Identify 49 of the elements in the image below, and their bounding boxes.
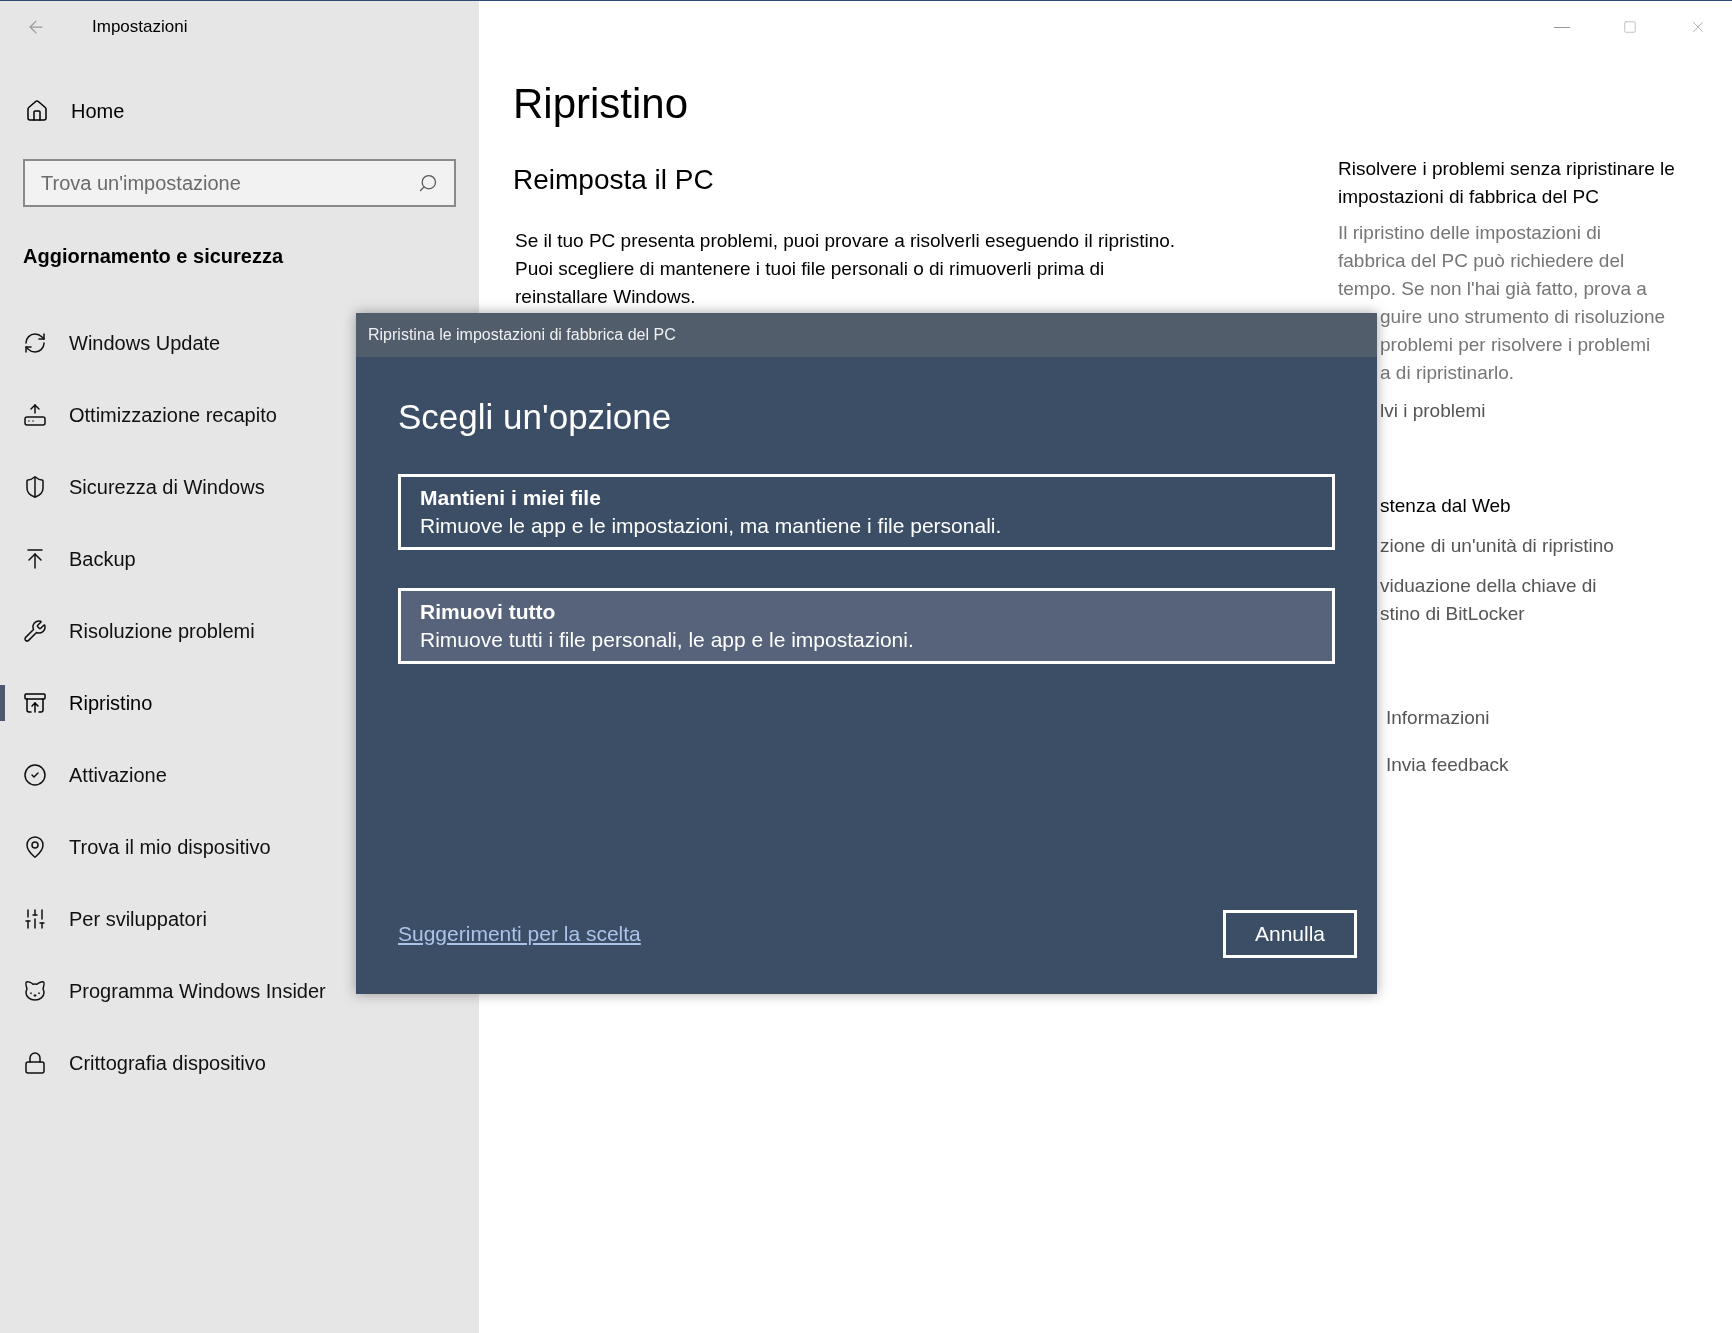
description-line: guire uno strumento di risoluzione <box>1379 305 1667 329</box>
sidebar-item[interactable]: Crittografia dispositivo <box>0 1027 345 1099</box>
cancel-button[interactable]: Annulla <box>1223 910 1357 958</box>
restore-icon <box>23 691 47 715</box>
sidebar-item[interactable]: Ripristino <box>0 667 345 739</box>
description: Se il tuo PC presenta problemi, puoi provare a risolverli eseguendo il ripristino. Puoi scegliere di mantenere i tuoi file personali o di rimuoverli prima di reinstallare Windows. <box>514 229 1177 309</box>
section-heading: Reimposta il PC <box>513 163 715 197</box>
sidebar-item[interactable]: Risoluzione problemi <box>0 595 345 667</box>
drive-upload-icon <box>23 403 47 427</box>
check-circle-icon <box>23 763 47 787</box>
cat-icon <box>23 979 47 1003</box>
option-button[interactable]: Rimuovi tutto Rimuove tutti i file personali, le app e le impostazioni. <box>398 587 1335 664</box>
page-title: Ripristino <box>513 83 690 125</box>
description-line: Il ripristino delle impostazioni di <box>1338 221 1602 245</box>
shield-icon <box>23 475 47 499</box>
home-icon[interactable] <box>25 99 49 123</box>
refresh-icon <box>23 331 47 355</box>
search-icon[interactable] <box>418 173 438 193</box>
maximize-icon <box>1623 20 1637 34</box>
lock-icon <box>23 1051 47 1075</box>
help-link[interactable]: Suggerimenti per la scelta <box>398 918 641 950</box>
sidebar-item[interactable]: Per sviluppatori <box>0 883 345 955</box>
sidebar-item[interactable]: Programma Windows Insider <box>0 955 345 1027</box>
description-line: a di ripristinarlo. <box>1379 361 1516 385</box>
sidebar-item[interactable]: Attivazione <box>0 739 345 811</box>
sidebar-item[interactable]: Sicurezza di Windows <box>0 451 345 523</box>
sidebar-item[interactable]: Trova il mio dispositivo <box>0 811 345 883</box>
window-title: Impostazioni <box>92 16 188 39</box>
dialog-title: Ripristina le impostazioni di fabbrica del PC <box>368 325 676 345</box>
option-button[interactable]: Mantieni i miei file Rimuove le app e le impostazioni, ma mantiene i file personali. <box>398 473 1335 550</box>
description-line: tempo. Se non l'hai già fatto, prova a <box>1338 277 1648 301</box>
home-link[interactable]: Home <box>71 96 125 126</box>
description-line: fabbrica del PC può richiedere del <box>1338 249 1626 273</box>
map-pin-icon <box>23 835 47 859</box>
search-field[interactable]: Trova un'impostazione <box>23 159 456 207</box>
aside-heading: Risolvere i problemi senza ripristinare le impostazioni di fabbrica del PC <box>1338 157 1676 209</box>
sidebar-item[interactable]: Windows Update <box>0 307 345 379</box>
footer-link[interactable]: Invia feedback <box>1386 750 1732 779</box>
search-input[interactable]: Trova un'impostazione <box>25 161 395 205</box>
minimize-icon <box>1554 26 1570 28</box>
sliders-icon <box>23 907 47 931</box>
web-help-title: stenza dal Web <box>1379 493 1512 518</box>
footer-link[interactable]: Informazioni <box>1386 704 1732 733</box>
sidebar-item[interactable]: Ottimizzazione recapito <box>0 379 345 451</box>
description-line: problemi per risolvere i problemi <box>1379 333 1652 357</box>
section-title: Aggiornamento e sicurezza <box>23 244 285 269</box>
sidebar-item[interactable]: Backup <box>0 523 345 595</box>
dialog-heading: Scegli un'opzione <box>398 396 673 438</box>
wrench-icon <box>23 619 47 643</box>
